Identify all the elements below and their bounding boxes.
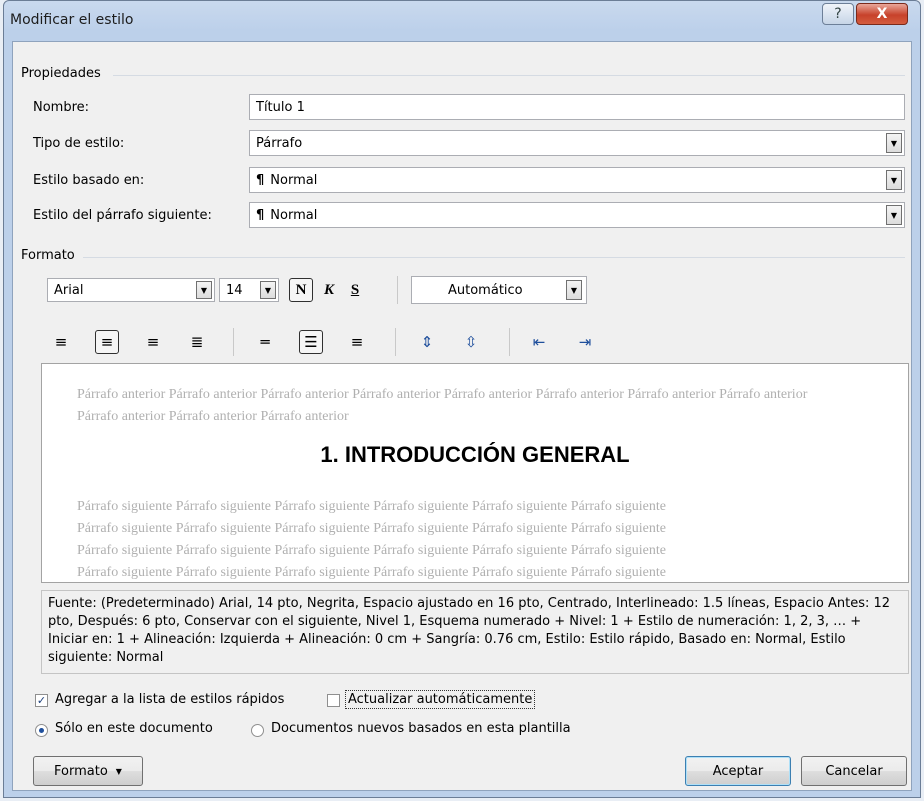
formato-button-label: Formato xyxy=(54,763,108,779)
formato-group-label: Formato xyxy=(21,248,75,263)
increase-indent-button[interactable]: ⇥ xyxy=(573,330,597,354)
accept-button[interactable]: Aceptar xyxy=(685,756,791,786)
tipo-estilo-value: Párrafo xyxy=(256,136,303,151)
align-center-button[interactable]: ≡ xyxy=(95,330,119,354)
decrease-indent-icon: ⇤ xyxy=(532,333,546,351)
align-right-button[interactable]: ≡ xyxy=(141,330,165,354)
formato-menu-button[interactable]: Formato ▼ xyxy=(33,756,143,786)
font-size-value: 14 xyxy=(226,283,243,298)
dialog-title: Modificar el estilo xyxy=(10,12,134,28)
chevron-down-icon[interactable]: ▼ xyxy=(196,281,212,299)
bold-button[interactable]: N xyxy=(289,278,313,302)
font-value: Arial xyxy=(54,283,84,298)
italic-button[interactable]: K xyxy=(317,278,341,302)
preview-next-line: Párrafo siguiente Párrafo siguiente Párr… xyxy=(77,565,666,580)
toolbar-separator xyxy=(395,328,396,356)
only-this-document-radio[interactable] xyxy=(35,724,48,737)
auto-update-label[interactable]: Actualizar automáticamente xyxy=(345,690,536,709)
estilo-siguiente-label: Estilo del párrafo siguiente: xyxy=(33,208,212,223)
double-spacing-button[interactable]: ≡ xyxy=(345,330,369,354)
estilo-basado-select[interactable]: ¶ Normal ▼ xyxy=(249,167,905,193)
estilo-siguiente-select[interactable]: ¶ Normal ▼ xyxy=(249,202,905,228)
preview-previous-paragraph: Párrafo anterior Párrafo anterior Párraf… xyxy=(77,387,808,424)
font-size-select[interactable]: 14 ▼ xyxy=(219,278,279,302)
decrease-paragraph-spacing-button[interactable]: ⇳ xyxy=(459,330,483,354)
pilcrow-icon: ¶ xyxy=(256,208,265,223)
group-divider xyxy=(113,75,905,76)
paragraph-spacing-up-icon: ⇕ xyxy=(420,333,434,351)
preview-next-line: Párrafo siguiente Párrafo siguiente Párr… xyxy=(77,499,666,514)
close-icon: X xyxy=(876,6,888,22)
style-preview: Párrafo anterior Párrafo anterior Párraf… xyxy=(41,363,909,583)
style-description: Fuente: (Predeterminado) Arial, 14 pto, … xyxy=(41,590,909,674)
increase-indent-icon: ⇥ xyxy=(578,333,592,351)
align-center-icon: ≡ xyxy=(100,333,114,351)
pilcrow-icon: ¶ xyxy=(256,173,265,188)
preview-heading: 1. INTRODUCCIÓN GENERAL xyxy=(320,442,630,467)
chevron-down-icon[interactable]: ▼ xyxy=(260,281,276,299)
help-icon: ? xyxy=(834,6,842,22)
justify-icon: ≣ xyxy=(190,333,204,351)
double-spacing-icon: ≡ xyxy=(350,333,364,351)
paragraph-spacing-down-icon: ⇳ xyxy=(464,333,478,351)
chevron-down-icon[interactable]: ▼ xyxy=(566,280,582,300)
title-bar: Modificar el estilo ? X xyxy=(4,1,920,41)
group-divider xyxy=(83,257,905,258)
tipo-estilo-select[interactable]: Párrafo ▼ xyxy=(249,130,905,156)
decrease-indent-button[interactable]: ⇤ xyxy=(527,330,551,354)
preview-next-line: Párrafo siguiente Párrafo siguiente Párr… xyxy=(77,543,666,558)
quick-styles-label[interactable]: Agregar a la lista de estilos rápidos xyxy=(55,692,284,707)
checkmark-icon: ✓ xyxy=(36,694,47,707)
only-this-document-label[interactable]: Sólo en este documento xyxy=(55,721,213,736)
font-select[interactable]: Arial ▼ xyxy=(47,278,215,302)
chevron-down-icon[interactable]: ▼ xyxy=(886,133,902,153)
single-spacing-button[interactable]: ═ xyxy=(253,330,277,354)
underline-button[interactable]: S xyxy=(343,278,367,302)
new-documents-label[interactable]: Documentos nuevos basados en esta planti… xyxy=(271,721,571,736)
dropdown-arrow-icon: ▼ xyxy=(115,766,122,776)
estilo-basado-value: Normal xyxy=(270,173,318,188)
toolbar-separator xyxy=(397,276,398,304)
onehalf-spacing-icon: ☰ xyxy=(304,333,318,351)
quick-styles-checkbox[interactable]: ✓ xyxy=(35,694,48,707)
color-value: Automático xyxy=(448,283,523,298)
tipo-estilo-label: Tipo de estilo: xyxy=(33,136,125,151)
increase-paragraph-spacing-button[interactable]: ⇕ xyxy=(415,330,439,354)
auto-update-checkbox[interactable] xyxy=(327,694,340,707)
justify-button[interactable]: ≣ xyxy=(185,330,209,354)
dialog-window: Modificar el estilo ? X Propiedades Nomb… xyxy=(3,0,921,798)
estilo-basado-label: Estilo basado en: xyxy=(33,173,145,188)
chevron-down-icon[interactable]: ▼ xyxy=(886,205,902,225)
preview-next-line: Párrafo siguiente Párrafo siguiente Párr… xyxy=(77,521,666,536)
cancel-button[interactable]: Cancelar xyxy=(801,756,907,786)
single-spacing-icon: ═ xyxy=(260,333,270,351)
color-select[interactable]: Automático ▼ xyxy=(411,276,587,304)
align-left-button[interactable]: ≡ xyxy=(49,330,73,354)
propiedades-group-label: Propiedades xyxy=(21,66,101,81)
dialog-body: Propiedades Nombre: Título 1 Tipo de est… xyxy=(12,41,912,791)
align-right-icon: ≡ xyxy=(146,333,160,351)
help-button[interactable]: ? xyxy=(822,3,854,25)
estilo-siguiente-value: Normal xyxy=(270,208,318,223)
nombre-label: Nombre: xyxy=(33,100,90,115)
close-button[interactable]: X xyxy=(856,3,908,25)
chevron-down-icon[interactable]: ▼ xyxy=(886,170,902,190)
align-left-icon: ≡ xyxy=(54,333,68,351)
nombre-input[interactable]: Título 1 xyxy=(249,94,905,120)
toolbar-separator xyxy=(233,328,234,356)
toolbar-separator xyxy=(509,328,510,356)
new-documents-radio[interactable] xyxy=(251,724,264,737)
onehalf-spacing-button[interactable]: ☰ xyxy=(299,330,323,354)
